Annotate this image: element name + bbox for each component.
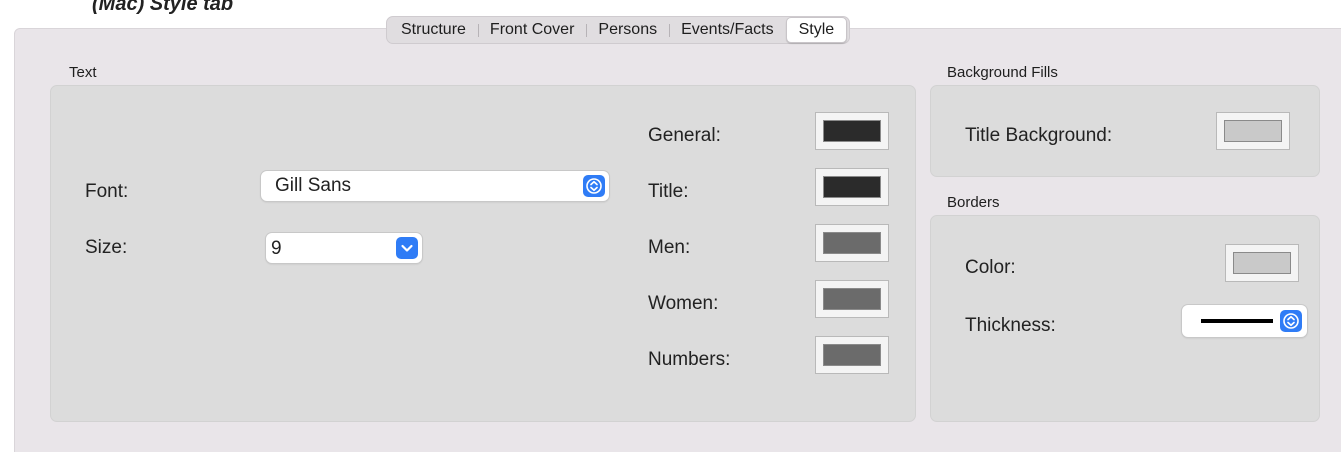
tab-style[interactable]: Style [785,17,848,43]
tab-events-facts[interactable]: Events/Facts [669,19,785,41]
chevron-down-icon [396,237,418,259]
numbers-color-label: Numbers: [648,349,731,370]
color-chip [823,344,881,366]
men-color-label: Men: [648,237,691,258]
numbers-color-well[interactable] [815,336,889,374]
tab-structure[interactable]: Structure [389,19,478,41]
tab-persons[interactable]: Persons [586,19,669,41]
general-color-well[interactable] [815,112,889,150]
up-down-chevron-icon [583,175,605,197]
color-chip [823,176,881,198]
color-chip [1224,120,1282,142]
women-color-label: Women: [648,293,719,314]
font-popup[interactable]: Gill Sans [261,171,609,201]
title-color-well[interactable] [815,168,889,206]
text-group [50,85,916,422]
up-down-chevron-icon [1280,310,1302,332]
men-color-well[interactable] [815,224,889,262]
title-color-label: Title: [648,181,689,202]
text-section-title: Text [69,64,97,81]
title-background-label: Title Background: [965,125,1113,146]
tab-front-cover[interactable]: Front Cover [477,19,586,41]
title-background-color-well[interactable] [1216,112,1290,150]
color-chip [1233,252,1291,274]
caption: (Mac) Style tab [92,0,234,15]
color-chip [823,288,881,310]
thickness-label: Thickness: [965,315,1056,336]
women-color-well[interactable] [815,280,889,318]
font-label: Font: [85,181,129,202]
report-style-window: (Mac) Style tab Structure Front Cover Pe… [0,0,1341,452]
general-color-label: General: [648,125,721,146]
border-color-label: Color: [965,257,1016,278]
size-value: 9 [271,238,282,259]
color-chip [823,232,881,254]
background-fills-title: Background Fills [947,64,1058,81]
borders-title: Borders [947,194,1000,211]
line-thickness-preview [1201,319,1273,323]
size-label: Size: [85,237,128,258]
size-popup[interactable]: 9 [266,233,422,263]
thickness-popup[interactable] [1182,305,1307,337]
border-color-well[interactable] [1225,244,1299,282]
tab-bar: Structure Front Cover Persons Events/Fac… [386,16,851,44]
font-value: Gill Sans [275,175,352,196]
color-chip [823,120,881,142]
